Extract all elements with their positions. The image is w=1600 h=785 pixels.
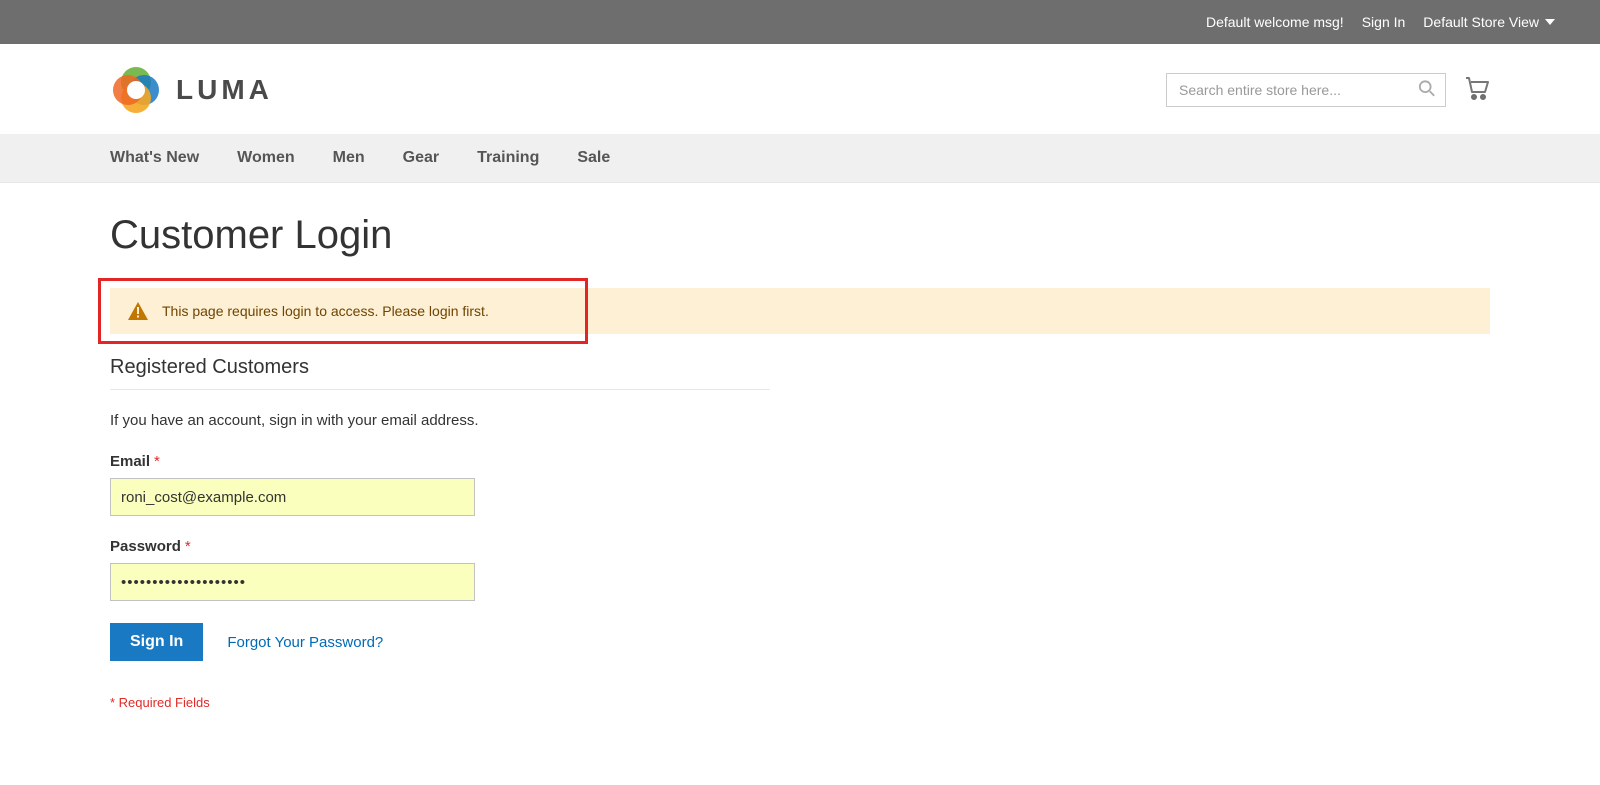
store-switcher[interactable]: Default Store View (1423, 14, 1555, 30)
chevron-down-icon (1545, 19, 1555, 25)
nav-sale[interactable]: Sale (577, 149, 610, 167)
highlight-annotation (98, 278, 588, 344)
cart-icon (1464, 75, 1490, 101)
sign-in-link[interactable]: Sign In (1362, 14, 1406, 30)
nav-women[interactable]: Women (237, 149, 294, 167)
nav-training[interactable]: Training (477, 149, 539, 167)
password-label-text: Password (110, 538, 181, 555)
logo-icon (110, 64, 162, 116)
search-box (1166, 73, 1446, 107)
email-label-text: Email (110, 453, 150, 470)
page-main: Customer Login This page requires login … (110, 183, 1490, 740)
logo[interactable]: LUMA (110, 64, 273, 116)
required-fields-note: * Required Fields (110, 695, 1490, 710)
email-label: Email* (110, 453, 1490, 470)
search-button[interactable] (1414, 76, 1440, 105)
search-icon (1418, 80, 1436, 98)
block-note: If you have an account, sign in with you… (110, 412, 1490, 429)
actions-toolbar: Sign In Forgot Your Password? (110, 623, 1490, 661)
email-input[interactable] (110, 478, 475, 516)
nav-men[interactable]: Men (333, 149, 365, 167)
block-title: Registered Customers (110, 356, 770, 390)
field-password: Password* (110, 538, 1490, 601)
forgot-password-link[interactable]: Forgot Your Password? (227, 634, 383, 651)
sign-in-button[interactable]: Sign In (110, 623, 203, 661)
logo-text: LUMA (176, 74, 273, 106)
header-main: LUMA (110, 44, 1490, 134)
nav-gear[interactable]: Gear (403, 149, 439, 167)
page-title: Customer Login (110, 213, 1490, 258)
welcome-msg: Default welcome msg! (1206, 14, 1344, 30)
store-switcher-label: Default Store View (1423, 14, 1539, 30)
search-input[interactable] (1166, 73, 1446, 107)
panel-header: Default welcome msg! Sign In Default Sto… (0, 0, 1600, 44)
required-star: * (154, 453, 160, 470)
nav-whats-new[interactable]: What's New (110, 149, 199, 167)
cart-link[interactable] (1464, 75, 1490, 106)
password-label: Password* (110, 538, 1490, 555)
field-email: Email* (110, 453, 1490, 516)
required-star: * (185, 538, 191, 555)
password-input[interactable] (110, 563, 475, 601)
main-nav: What's New Women Men Gear Training Sale (0, 134, 1600, 183)
